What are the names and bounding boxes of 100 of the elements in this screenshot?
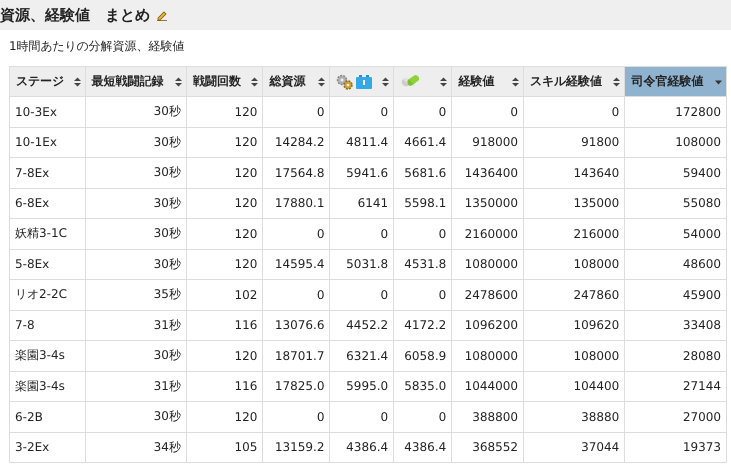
sort-icon bbox=[174, 76, 182, 86]
table-cell: 116 bbox=[186, 371, 263, 402]
table-cell: 105 bbox=[186, 432, 263, 462]
table-cell: 35秒 bbox=[85, 280, 186, 310]
table-cell: 0 bbox=[394, 280, 452, 310]
table-cell: 120 bbox=[186, 402, 263, 432]
table-cell: 109620 bbox=[524, 310, 625, 340]
table-cell: 1044000 bbox=[452, 371, 524, 402]
table-cell: 13159.2 bbox=[262, 432, 330, 462]
table-cell: 楽園3-4s bbox=[10, 371, 86, 402]
table-cell: 4661.4 bbox=[394, 127, 452, 158]
sort-icon bbox=[318, 76, 326, 86]
table-cell: 27000 bbox=[624, 402, 726, 432]
table-cell: 48600 bbox=[624, 249, 726, 280]
table-cell: 4386.4 bbox=[330, 432, 394, 462]
gears-icon bbox=[336, 74, 354, 90]
table-cell: 120 bbox=[186, 158, 263, 188]
table-cell: 120 bbox=[186, 188, 263, 218]
table-cell: 120 bbox=[186, 127, 263, 158]
subtitle: 1時間あたりの分解資源、経験値 bbox=[8, 38, 186, 55]
table-cell: 17564.8 bbox=[262, 158, 330, 188]
table-cell: 6141 bbox=[330, 188, 394, 218]
table-cell: 37044 bbox=[524, 432, 625, 462]
table-cell: 5941.6 bbox=[330, 158, 394, 188]
table-cell: 108000 bbox=[624, 127, 726, 158]
table-cell: 1436400 bbox=[452, 158, 524, 188]
table-cell: 1350000 bbox=[452, 188, 524, 218]
table-cell: 108000 bbox=[524, 249, 625, 280]
sort-icon bbox=[382, 76, 390, 86]
battery-icon bbox=[356, 74, 372, 88]
table-cell: 0 bbox=[330, 96, 394, 127]
table-cell: 6321.4 bbox=[330, 340, 394, 371]
column-header[interactable]: ステージ bbox=[10, 66, 86, 96]
table-cell: 1080000 bbox=[452, 340, 524, 371]
sort-icon bbox=[440, 76, 448, 86]
table-cell: 0 bbox=[394, 218, 452, 249]
table-cell: 10-1Ex bbox=[10, 127, 86, 158]
table-cell: 5995.0 bbox=[330, 371, 394, 402]
table-cell: 5835.0 bbox=[394, 371, 452, 402]
table-cell: 4386.4 bbox=[394, 432, 452, 462]
table-cell: 91800 bbox=[524, 127, 625, 158]
table-cell: 104400 bbox=[524, 371, 625, 402]
table-cell: 3-2Ex bbox=[10, 432, 86, 462]
table-cell: 5-8Ex bbox=[10, 249, 86, 280]
table-cell: 247860 bbox=[524, 280, 625, 310]
table-cell: 33408 bbox=[624, 310, 726, 340]
table-cell: 18701.7 bbox=[262, 340, 330, 371]
table-cell: 120 bbox=[186, 218, 263, 249]
table-cell: 0 bbox=[394, 96, 452, 127]
table-cell: 0 bbox=[330, 218, 394, 249]
table-cell: 30秒 bbox=[85, 249, 186, 280]
table-cell: 13076.6 bbox=[262, 310, 330, 340]
table-cell: 7-8Ex bbox=[10, 158, 86, 188]
column-header[interactable]: 経験値 bbox=[452, 66, 524, 96]
table-cell: 31秒 bbox=[85, 371, 186, 402]
table-cell: 4811.4 bbox=[330, 127, 394, 158]
table-cell: 120 bbox=[186, 340, 263, 371]
table-cell: 0 bbox=[262, 402, 330, 432]
page-title: 資源、経験値 まとめ bbox=[0, 6, 150, 24]
column-header[interactable]: 司令官経験値 bbox=[624, 66, 726, 96]
table-cell: 30秒 bbox=[85, 127, 186, 158]
column-header[interactable]: スキル経験値 bbox=[524, 66, 625, 96]
table-cell: 27144 bbox=[624, 371, 726, 402]
table-cell: 0 bbox=[262, 218, 330, 249]
table-cell: 59400 bbox=[624, 158, 726, 188]
table-cell: 14284.2 bbox=[262, 127, 330, 158]
table-cell: 2160000 bbox=[452, 218, 524, 249]
table-cell: 143640 bbox=[524, 158, 625, 188]
table-cell: 17825.0 bbox=[262, 371, 330, 402]
table-cell: 30秒 bbox=[85, 402, 186, 432]
pencil-icon[interactable] bbox=[156, 9, 168, 21]
table-cell: 30秒 bbox=[85, 340, 186, 371]
table-cell: 6-2B bbox=[10, 402, 86, 432]
table-cell: 5598.1 bbox=[394, 188, 452, 218]
table-cell: 45900 bbox=[624, 280, 726, 310]
column-header[interactable] bbox=[330, 66, 394, 96]
table-cell: 172800 bbox=[624, 96, 726, 127]
table-cell: 55080 bbox=[624, 188, 726, 218]
table-cell: 388800 bbox=[452, 402, 524, 432]
table-cell: 1080000 bbox=[452, 249, 524, 280]
table-cell: 28080 bbox=[624, 340, 726, 371]
table-cell: 楽園3-4s bbox=[10, 340, 86, 371]
table-cell: 0 bbox=[330, 402, 394, 432]
capsule-icon bbox=[400, 74, 420, 90]
table-cell: 30秒 bbox=[85, 188, 186, 218]
table-cell: 918000 bbox=[452, 127, 524, 158]
table-cell: 10-3Ex bbox=[10, 96, 86, 127]
table-cell: リオ2-2C bbox=[10, 280, 86, 310]
column-header[interactable] bbox=[394, 66, 452, 96]
table-cell: 2478600 bbox=[452, 280, 524, 310]
column-header[interactable]: 総資源 bbox=[262, 66, 330, 96]
table-cell: 216000 bbox=[524, 218, 625, 249]
table-cell: 14595.4 bbox=[262, 249, 330, 280]
column-header[interactable]: 最短戦闘記録 bbox=[85, 66, 186, 96]
table-cell: 30秒 bbox=[85, 218, 186, 249]
table-cell: 102 bbox=[186, 280, 263, 310]
table-cell: 4531.8 bbox=[394, 249, 452, 280]
column-header[interactable]: 戦闘回数 bbox=[186, 66, 263, 96]
table-cell: 0 bbox=[452, 96, 524, 127]
table-cell: 30秒 bbox=[85, 96, 186, 127]
